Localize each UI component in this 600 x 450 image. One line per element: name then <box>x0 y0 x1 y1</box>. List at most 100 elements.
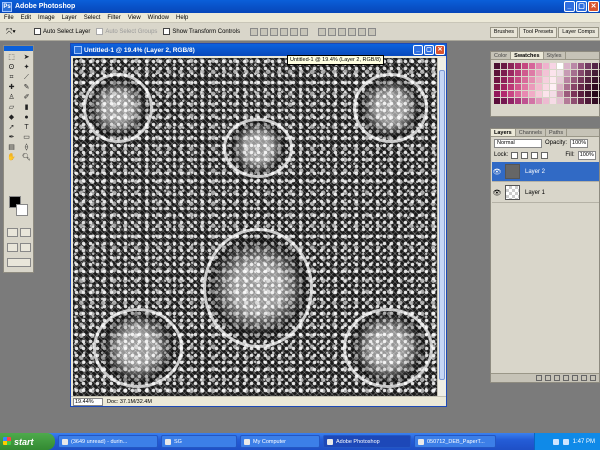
scrollbar-thumb[interactable] <box>439 70 445 380</box>
palette-well-brushes[interactable]: Brushes <box>489 27 519 38</box>
menu-window[interactable]: Window <box>148 15 169 21</box>
swatch-cell[interactable] <box>550 77 556 83</box>
swatch-cell[interactable] <box>515 77 521 83</box>
menu-select[interactable]: Select <box>84 15 101 21</box>
slice-tool-icon[interactable]: ⟋ <box>20 73 33 82</box>
move-tool-preset-icon[interactable]: ⤧▾ <box>6 26 28 38</box>
swatch-cell[interactable] <box>529 84 535 90</box>
tab-layers[interactable]: Layers <box>491 129 516 136</box>
swatch-cell[interactable] <box>508 84 514 90</box>
swatch-cell[interactable] <box>578 84 584 90</box>
swatch-cell[interactable] <box>578 63 584 69</box>
visibility-eye-icon[interactable]: 👁︎ <box>492 168 502 176</box>
swatch-cell[interactable] <box>578 77 584 83</box>
swatch-cell[interactable] <box>529 63 535 69</box>
start-button[interactable]: start <box>0 433 55 450</box>
swatch-cell[interactable] <box>515 84 521 90</box>
path-selection-tool-icon[interactable]: ➚ <box>5 123 18 132</box>
menu-layer[interactable]: Layer <box>62 15 77 21</box>
swatch-cell[interactable] <box>508 77 514 83</box>
swatch-cell[interactable] <box>543 63 549 69</box>
lock-position-icon[interactable] <box>531 151 539 159</box>
menu-edit[interactable]: Edit <box>21 15 31 21</box>
taskbar-item-my-computer[interactable]: My Computer <box>240 435 320 448</box>
distribute-left-icon[interactable] <box>348 27 357 36</box>
swatch-cell[interactable] <box>543 70 549 76</box>
swatch-cell[interactable] <box>529 77 535 83</box>
maximize-button[interactable]: ▢ <box>576 1 587 12</box>
swatch-cell[interactable] <box>501 98 507 104</box>
swatch-cell[interactable] <box>522 98 528 104</box>
move-tool-icon[interactable]: ➤ <box>20 53 33 62</box>
swatch-cell[interactable] <box>494 98 500 104</box>
swatch-cell[interactable] <box>494 63 500 69</box>
doc-minimize-button[interactable]: _ <box>413 45 423 55</box>
swatch-cell[interactable] <box>564 77 570 83</box>
crop-tool-icon[interactable]: ⌗ <box>5 73 18 82</box>
swatch-cell[interactable] <box>543 98 549 104</box>
distribute-vcenter-icon[interactable] <box>328 27 337 36</box>
swatch-cell[interactable] <box>578 70 584 76</box>
tab-styles[interactable]: Styles <box>544 52 566 59</box>
distribute-bottom-icon[interactable] <box>338 27 347 36</box>
taskbar-item-photoshop[interactable]: Adobe Photoshop <box>323 435 411 448</box>
swatch-cell[interactable] <box>508 91 514 97</box>
auto-select-layer-checkbox[interactable]: Auto Select Layer <box>34 28 90 35</box>
healing-brush-tool-icon[interactable]: ✚ <box>5 83 18 92</box>
document-title-bar[interactable]: Untitled-1 @ 19.4% (Layer 2, RGB/8) _ ▢ … <box>71 44 446 56</box>
swatch-cell[interactable] <box>571 84 577 90</box>
swatch-cell[interactable] <box>543 84 549 90</box>
swatch-cell[interactable] <box>501 77 507 83</box>
swatch-cell[interactable] <box>592 63 598 69</box>
full-screen-menu-icon[interactable] <box>20 243 31 252</box>
swatch-cell[interactable] <box>571 91 577 97</box>
standard-mode-icon[interactable] <box>7 228 18 237</box>
tab-color[interactable]: Color <box>491 52 512 59</box>
vertical-scrollbar[interactable] <box>437 58 446 396</box>
swatch-cell[interactable] <box>515 98 521 104</box>
shape-tool-icon[interactable]: ▭ <box>20 133 33 142</box>
swatch-cell[interactable] <box>515 63 521 69</box>
magic-wand-tool-icon[interactable]: ✦ <box>20 63 33 72</box>
menu-filter[interactable]: Filter <box>107 15 120 21</box>
lasso-tool-icon[interactable]: ʘ <box>5 63 18 72</box>
layer-style-icon[interactable] <box>545 375 551 381</box>
align-left-icon[interactable] <box>280 27 289 36</box>
tab-swatches[interactable]: Swatches <box>511 52 544 59</box>
swatch-cell[interactable] <box>557 63 563 69</box>
swatch-cell[interactable] <box>550 98 556 104</box>
swatch-cell[interactable] <box>592 98 598 104</box>
swatch-cell[interactable] <box>564 91 570 97</box>
align-bottom-icon[interactable] <box>270 27 279 36</box>
swatch-cell[interactable] <box>508 63 514 69</box>
fill-field[interactable]: 100% <box>577 150 596 160</box>
swatch-cell[interactable] <box>550 91 556 97</box>
swatch-cell[interactable] <box>536 77 542 83</box>
new-layer-icon[interactable] <box>581 375 587 381</box>
swatch-cell[interactable] <box>592 77 598 83</box>
doc-close-button[interactable]: ✕ <box>435 45 445 55</box>
swatch-cell[interactable] <box>564 63 570 69</box>
swatch-cell[interactable] <box>571 70 577 76</box>
swatch-cell[interactable] <box>557 91 563 97</box>
distribute-right-icon[interactable] <box>368 27 377 36</box>
blend-mode-select[interactable]: Normal <box>494 138 542 148</box>
swatch-cell[interactable] <box>585 98 591 104</box>
swatch-cell[interactable] <box>550 63 556 69</box>
adjustment-layer-icon[interactable] <box>572 375 578 381</box>
quick-mask-mode-icon[interactable] <box>20 228 31 237</box>
swatch-cell[interactable] <box>557 84 563 90</box>
swatch-cell[interactable] <box>585 84 591 90</box>
swatch-cell[interactable] <box>522 84 528 90</box>
brush-tool-icon[interactable]: ✎ <box>20 83 33 92</box>
swatch-cell[interactable] <box>578 98 584 104</box>
swatch-cell[interactable] <box>557 70 563 76</box>
swatch-cell[interactable] <box>508 70 514 76</box>
zoom-field[interactable]: 19.44% <box>73 397 103 406</box>
taskbar-item-sg[interactable]: SG <box>161 435 237 448</box>
type-tool-icon[interactable]: T <box>20 123 33 132</box>
menu-file[interactable]: File <box>4 15 14 21</box>
swatch-cell[interactable] <box>508 98 514 104</box>
distribute-hcenter-icon[interactable] <box>358 27 367 36</box>
align-hcenter-icon[interactable] <box>290 27 299 36</box>
